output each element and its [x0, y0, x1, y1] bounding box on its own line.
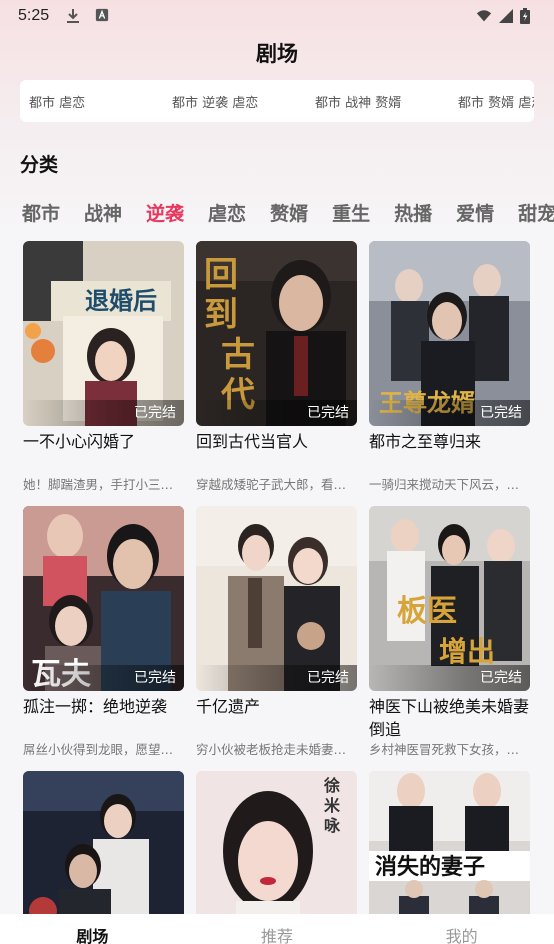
category-tab[interactable]: 爱情	[456, 199, 494, 229]
status-badge: 已完结	[23, 400, 184, 426]
svg-text:徐: 徐	[323, 776, 340, 795]
category-tab[interactable]: 都市	[22, 199, 60, 229]
status-badge: 已完结	[369, 400, 530, 426]
svg-text:咏: 咏	[324, 816, 341, 835]
signal-icon	[498, 8, 514, 24]
drama-poster[interactable]: 回 到 古 代 已完结	[196, 241, 357, 426]
drama-desc: 一骑归来搅动天下风云，…	[369, 477, 520, 492]
app-screen: 5:25 剧场 都市 虐恋 都市 逆袭 虐恋 都市 战神 赘婿 都市 赘婿 虐 …	[0, 0, 554, 944]
svg-text:米: 米	[324, 796, 341, 815]
drama-poster[interactable]: 已完结	[196, 506, 357, 691]
category-title: 分类	[20, 154, 59, 176]
category-tab[interactable]: 重生	[332, 199, 370, 229]
battery-icon	[520, 8, 536, 24]
svg-text:回: 回	[204, 255, 238, 295]
drama-card[interactable]: 板医 增出 已完结 神医下山被绝美未婚妻倒追 乡村神医冒死救下女孩，…	[369, 506, 530, 771]
drama-card[interactable]: 回 到 古 代 已完结 回到古代当官人 穿越成矮驼子武大郎，看…	[196, 241, 357, 506]
svg-text:到: 到	[204, 295, 238, 335]
drama-desc: 屌丝小伙得到龙眼，愿望…	[23, 742, 174, 757]
status-badge: 已完结	[196, 400, 357, 426]
drama-card[interactable]: 王尊龙婿 已完结 都市之至尊归来 一骑归来搅动天下风云，…	[369, 241, 530, 506]
drama-poster[interactable]: 板医 增出 已完结	[369, 506, 530, 691]
drama-title[interactable]: 千亿遗产	[196, 695, 357, 741]
tag-item[interactable]: 都市 逆袭 虐恋	[172, 92, 315, 111]
category-tab[interactable]: 战神	[84, 199, 122, 229]
tag-item[interactable]: 都市 虐恋	[29, 92, 172, 111]
keyboard-icon	[95, 8, 111, 24]
svg-text:消失的妻子: 消失的妻子	[375, 854, 485, 880]
drama-poster[interactable]: 王尊龙婿 已完结	[369, 241, 530, 426]
category-tab[interactable]: 虐恋	[208, 199, 246, 229]
download-icon	[65, 8, 81, 24]
svg-text:古: 古	[221, 335, 255, 375]
category-tab[interactable]: 赘婿	[270, 199, 308, 229]
svg-text:板医: 板医	[397, 594, 457, 629]
drama-title[interactable]: 都市之至尊归来	[369, 430, 530, 476]
poster-title-text: 退婚后	[85, 287, 157, 315]
status-time: 5:25	[18, 7, 50, 24]
bottom-nav: 剧场 推荐 我的	[0, 914, 554, 944]
nav-tab-mine[interactable]: 我的	[446, 914, 478, 944]
nav-tab-recommend[interactable]: 推荐	[261, 914, 293, 944]
drama-title[interactable]: 一不小心闪婚了	[23, 430, 184, 476]
svg-text:增出: 增出	[439, 635, 495, 668]
drama-card[interactable]: 退婚后 已完结 一不小心闪婚了 她！脚踹渣男，手打小三…	[23, 241, 184, 506]
tag-item[interactable]: 都市 赘婿 虐恋	[458, 92, 534, 111]
category-tab-active[interactable]: 逆袭	[146, 199, 184, 229]
page-title: 剧场	[256, 42, 298, 66]
tag-item[interactable]: 都市 战神 赘婿	[315, 92, 458, 111]
drama-desc: 乡村神医冒死救下女孩，…	[369, 742, 520, 757]
drama-desc: 她！脚踹渣男，手打小三…	[23, 477, 174, 492]
drama-poster[interactable]: 退婚后 已完结	[23, 241, 184, 426]
drama-title[interactable]: 回到古代当官人	[196, 430, 357, 476]
drama-desc: 穷小伙被老板抢走未婚妻…	[196, 742, 347, 757]
drama-desc: 穿越成矮驼子武大郎，看…	[196, 477, 347, 492]
status-badge: 已完结	[369, 665, 530, 691]
status-badge: 已完结	[23, 665, 184, 691]
drama-title[interactable]: 神医下山被绝美未婚妻倒追	[369, 695, 530, 741]
drama-title[interactable]: 孤注一掷：绝地逆袭	[23, 695, 184, 741]
nav-tab-theater[interactable]: 剧场	[76, 914, 108, 944]
category-tab[interactable]: 甜宠	[518, 199, 554, 229]
drama-card[interactable]: 瓦夫 已完结 孤注一掷：绝地逆袭 屌丝小伙得到龙眼，愿望…	[23, 506, 184, 771]
status-badge: 已完结	[196, 665, 357, 691]
wifi-icon	[476, 8, 492, 24]
drama-grid: 退婚后 已完结 一不小心闪婚了 她！脚踹渣男，手打小三… 回 到 古 代 已完结…	[23, 241, 531, 944]
category-tab[interactable]: 热播	[394, 199, 432, 229]
status-bar: 5:25	[0, 0, 554, 32]
tag-marquee[interactable]: 都市 虐恋 都市 逆袭 虐恋 都市 战神 赘婿 都市 赘婿 虐恋	[20, 80, 534, 122]
drama-card[interactable]: 已完结 千亿遗产 穷小伙被老板抢走未婚妻…	[196, 506, 357, 771]
drama-poster[interactable]: 瓦夫 已完结	[23, 506, 184, 691]
category-tabs: 都市 战神 逆袭 虐恋 赘婿 重生 热播 爱情 甜宠	[22, 199, 554, 229]
